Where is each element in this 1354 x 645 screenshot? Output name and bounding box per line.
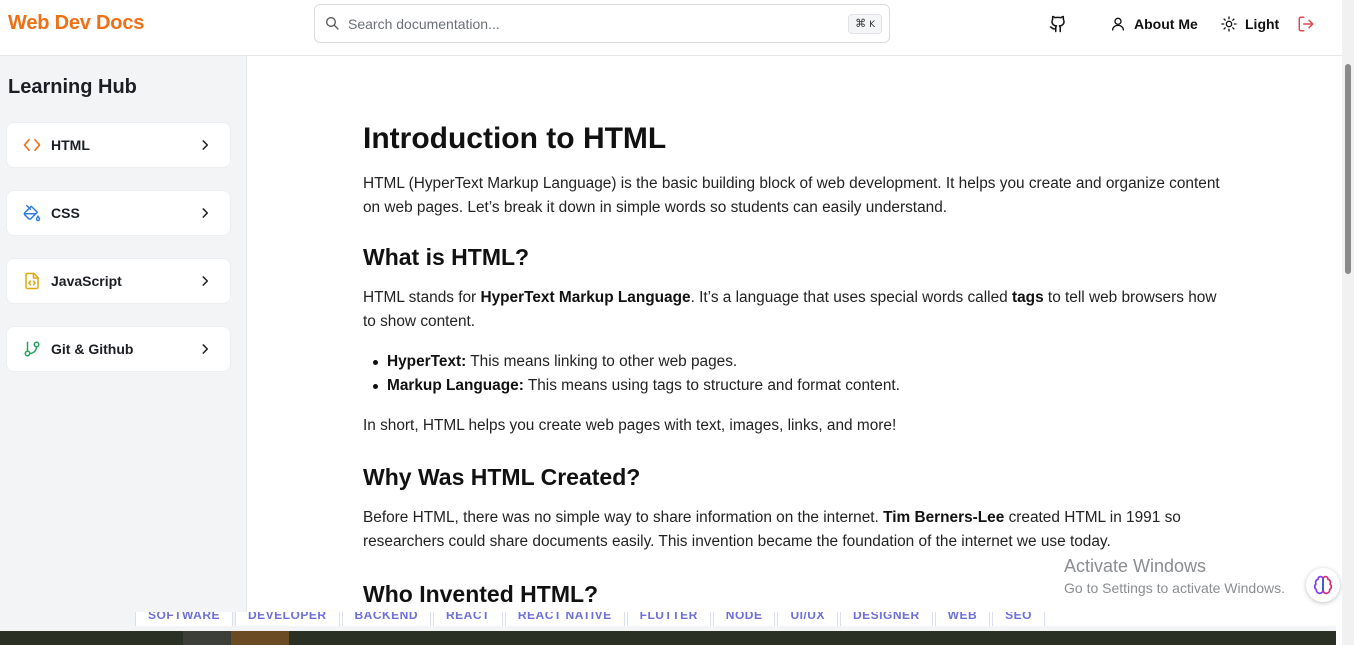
intro-paragraph: HTML (HyperText Markup Language) is the … <box>363 175 1220 216</box>
user-icon <box>1112 17 1124 31</box>
sun-icon <box>1221 16 1237 32</box>
text-run: This means linking to other web pages. <box>466 353 738 370</box>
search-icon <box>326 17 339 30</box>
main-content: Introduction to HTML HTML (HyperText Mar… <box>363 120 1223 609</box>
bottom-bar-segment <box>183 631 231 645</box>
sidebar: Learning Hub HTML CSS JavaScript Git & G… <box>0 56 247 626</box>
top-header: Web Dev Docs ⌘K About Me Light <box>0 0 1342 56</box>
about-me-button[interactable]: About Me <box>1110 12 1198 36</box>
bold-term: tags <box>1011 289 1044 306</box>
page-title: Introduction to HTML <box>363 122 667 155</box>
list-item: Markup Language: This means using tags t… <box>363 374 1223 398</box>
bold-term: Markup Language: <box>387 377 524 394</box>
activation-watermark: Activate Windows Go to Settings to activ… <box>1064 555 1285 599</box>
shortcut-key: K <box>869 20 875 30</box>
page-scrollbar[interactable] <box>1342 0 1354 645</box>
definition-list: HyperText: This means linking to other w… <box>363 350 1223 398</box>
code-icon <box>23 138 41 152</box>
text-run: This means using tags to structure and f… <box>523 377 900 394</box>
sidebar-title: Learning Hub <box>8 76 137 98</box>
sidebar-item-javascript[interactable]: JavaScript <box>7 259 230 303</box>
command-key: ⌘ <box>855 17 867 30</box>
list-item: HyperText: This means linking to other w… <box>363 350 1223 374</box>
sidebar-item-label: CSS <box>51 205 80 221</box>
what-paragraph: HTML stands for HyperText Markup Languag… <box>363 286 1223 334</box>
chevron-right-icon <box>202 276 209 286</box>
watermark-title: Activate Windows <box>1064 556 1207 576</box>
text-run: Before HTML, there was no simple way to … <box>363 509 884 526</box>
brain-icon <box>1313 575 1333 595</box>
search-input[interactable] <box>348 14 828 34</box>
logout-icon <box>1298 16 1314 32</box>
sidebar-item-label: JavaScript <box>51 273 122 289</box>
watermark-subtitle: Go to Settings to activate Windows. <box>1064 580 1285 596</box>
bottom-bar-segment <box>231 631 289 645</box>
brand-logo[interactable]: Web Dev Docs <box>8 12 144 35</box>
section-heading-why: Why Was HTML Created? <box>363 464 641 490</box>
sidebar-item-label: HTML <box>51 137 90 153</box>
search-box[interactable]: ⌘K <box>314 4 890 43</box>
chevron-right-icon <box>202 208 209 218</box>
summary-paragraph: In short, HTML helps you create web page… <box>363 417 897 434</box>
theme-toggle-button[interactable]: Light <box>1221 12 1279 36</box>
logout-button[interactable] <box>1297 12 1315 36</box>
github-button[interactable] <box>1049 12 1067 36</box>
sidebar-item-git-github[interactable]: Git & Github <box>7 327 230 371</box>
github-icon <box>1049 15 1065 33</box>
git-branch-icon <box>24 341 40 357</box>
why-paragraph: Before HTML, there was no simple way to … <box>363 506 1223 554</box>
ai-assistant-button[interactable] <box>1306 568 1340 602</box>
scrollbar-thumb[interactable] <box>1345 64 1351 274</box>
paint-bucket-icon <box>23 204 41 222</box>
bold-term: HyperText: <box>387 353 467 370</box>
sidebar-item-html[interactable]: HTML <box>7 123 230 167</box>
file-code-icon <box>25 272 39 290</box>
section-heading-what: What is HTML? <box>363 244 530 270</box>
sidebar-item-css[interactable]: CSS <box>7 191 230 235</box>
about-me-label: About Me <box>1134 16 1198 32</box>
text-run: . It’s a language that uses special word… <box>690 289 1012 306</box>
bottom-bar <box>0 626 1336 645</box>
shortcut-hint: ⌘ K <box>848 14 882 34</box>
theme-label: Light <box>1245 16 1280 32</box>
sidebar-item-label: Git & Github <box>51 341 134 357</box>
bold-term: Tim Berners-Lee <box>883 509 1005 526</box>
text-run: HTML stands for <box>363 289 481 306</box>
chevron-right-icon <box>202 344 209 354</box>
bold-term: HyperText Markup Language <box>480 289 691 306</box>
chevron-right-icon <box>202 140 209 150</box>
